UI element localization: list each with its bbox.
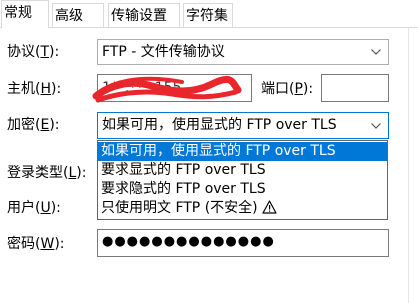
tab-general[interactable]: 常规 (1, 0, 49, 28)
encryption-option[interactable]: 要求显式的 FTP over TLS (98, 161, 387, 180)
encryption-label: 加密(E): (7, 117, 60, 133)
encryption-option[interactable]: 要求隐式的 FTP over TLS (98, 180, 387, 199)
tab-bar: 常规 高级 传输设置 字符集 (0, 0, 418, 28)
password-label: 密码(W): (7, 236, 65, 252)
protocol-label: 协议(T): (7, 44, 60, 60)
port-input[interactable] (321, 74, 389, 102)
encryption-dropdown-list: 如果可用，使用显式的 FTP over TLS 要求显式的 FTP over T… (97, 140, 388, 220)
redaction-scribble (92, 75, 242, 103)
port-label: 端口(P): (261, 81, 314, 97)
user-label: 用户(U): (7, 200, 61, 216)
password-input[interactable]: ●●●●●●●●●●●●●● (97, 229, 389, 257)
protocol-select[interactable]: FTP - 文件传输协议 (97, 39, 389, 65)
encryption-option-label: 只使用明文 FTP (不安全) (101, 200, 258, 216)
protocol-value: FTP - 文件传输协议 (102, 44, 225, 60)
encryption-select[interactable]: 如果可用，使用显式的 FTP over TLS (97, 112, 389, 139)
tab-transfer-settings[interactable]: 传输设置 (108, 3, 180, 27)
tab-advanced[interactable]: 高级 (52, 3, 104, 27)
panel-edge (408, 27, 409, 303)
encryption-value: 如果可用，使用显式的 FTP over TLS (102, 117, 337, 133)
chevron-down-icon (370, 40, 382, 64)
tab-charset[interactable]: 字符集 (183, 3, 233, 27)
encryption-option[interactable]: 只使用明文 FTP (不安全) (98, 199, 387, 218)
encryption-option[interactable]: 如果可用，使用显式的 FTP over TLS (98, 142, 387, 161)
chevron-down-icon (370, 113, 382, 138)
host-label: 主机(H): (7, 81, 62, 97)
login-type-label: 登录类型(L): (7, 165, 87, 181)
warning-icon (262, 200, 277, 220)
